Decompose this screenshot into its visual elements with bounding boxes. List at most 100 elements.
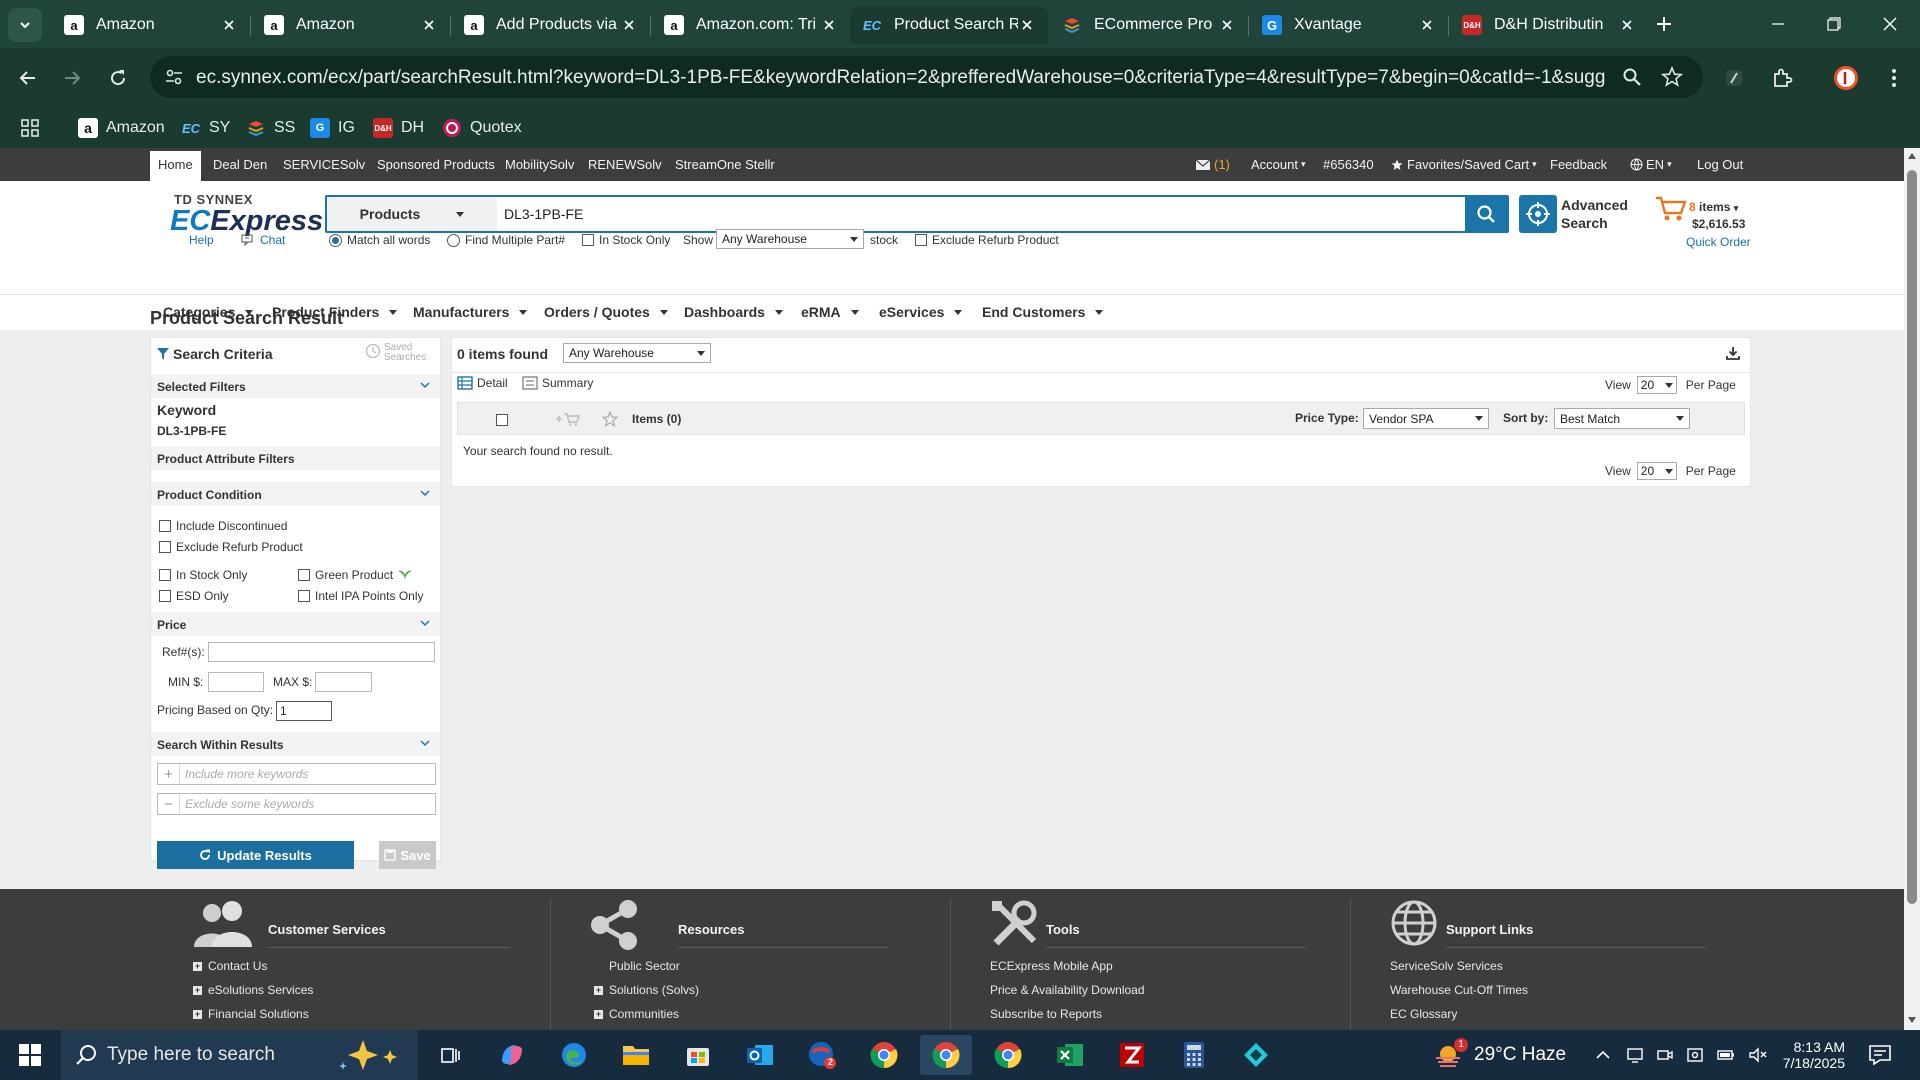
footer-link-public-sector[interactable]: Public Sector xyxy=(609,959,680,973)
feedback-link[interactable]: Feedback xyxy=(1550,157,1607,172)
selected-filters-section[interactable]: Selected Filters xyxy=(151,374,440,398)
back-button[interactable] xyxy=(12,62,44,94)
extension-button[interactable] xyxy=(1718,62,1750,94)
address-bar[interactable]: ec.synnex.com/ecx/part/searchResult.html… xyxy=(150,56,1703,98)
nav-servicesolv[interactable]: SERVICESolv xyxy=(283,157,365,172)
menu-erma[interactable]: eRMA xyxy=(801,304,859,320)
checkbox[interactable] xyxy=(582,234,594,246)
exclude-keywords-input[interactable]: − Exclude some keywords xyxy=(157,793,436,815)
chevron-up-icon[interactable] xyxy=(1594,1046,1612,1064)
chat-link[interactable]: Chat xyxy=(241,233,285,247)
task-view-button[interactable] xyxy=(424,1035,476,1075)
zoom-icon[interactable] xyxy=(1622,67,1642,87)
new-tab-button[interactable] xyxy=(1636,0,1692,48)
bookmark-ig[interactable]: G IG xyxy=(310,114,355,142)
nav-mobilitysolv[interactable]: MobilitySolv xyxy=(505,157,574,172)
menu-end-customers[interactable]: End Customers xyxy=(982,304,1104,320)
detail-view-tab[interactable]: Detail xyxy=(457,376,508,390)
footer-link-servicesolv[interactable]: ServiceSolv Services xyxy=(1390,959,1503,973)
bookmark-quotex[interactable]: Quotex xyxy=(442,114,522,142)
profile-button[interactable] xyxy=(1830,62,1862,94)
taskbar-search-box[interactable]: Type here to search xyxy=(61,1030,418,1080)
close-icon[interactable] xyxy=(1618,16,1636,34)
nav-streamone-stellr[interactable]: StreamOne Stellr xyxy=(675,157,775,172)
footer-link-communities[interactable]: + Communities xyxy=(594,1007,679,1021)
camera-icon[interactable] xyxy=(1656,1046,1674,1064)
checkbox[interactable] xyxy=(915,234,927,246)
taskbar-app[interactable]: 2 xyxy=(796,1035,848,1075)
taskbar-file-explorer[interactable] xyxy=(610,1035,662,1075)
bookmark-ss[interactable]: SS xyxy=(246,114,295,142)
restore-button[interactable] xyxy=(1806,0,1862,48)
checkbox[interactable] xyxy=(298,569,310,581)
taskbar-edge[interactable] xyxy=(548,1035,600,1075)
star-icon[interactable] xyxy=(602,411,618,427)
include-discontinued-checkbox[interactable]: Include Discontinued xyxy=(159,519,287,533)
browser-tab[interactable]: G Xvantage xyxy=(1250,6,1448,44)
page-scrollbar[interactable] xyxy=(1904,148,1920,1030)
match-all-words-radio[interactable]: Match all words xyxy=(329,233,430,247)
screen-capture-icon[interactable] xyxy=(1686,1046,1704,1064)
tab-search-button[interactable] xyxy=(8,8,42,42)
menu-manufacturers[interactable]: Manufacturers xyxy=(413,304,528,320)
footer-link-contact-us[interactable]: + Contact Us xyxy=(193,959,267,973)
logout-link[interactable]: Log Out xyxy=(1697,157,1743,172)
notification-center-button[interactable] xyxy=(1868,1030,1892,1080)
browser-menu-button[interactable] xyxy=(1878,62,1910,94)
checkbox[interactable] xyxy=(159,541,171,553)
save-search-button[interactable]: Save xyxy=(379,841,436,869)
footer-link-financial[interactable]: + Financial Solutions xyxy=(193,1007,309,1021)
summary-view-tab[interactable]: Summary xyxy=(522,376,593,390)
messages-link[interactable]: (1) xyxy=(1196,157,1230,172)
account-menu[interactable]: Account ▾ xyxy=(1251,157,1306,172)
max-price-input[interactable] xyxy=(315,672,372,692)
minimize-button[interactable] xyxy=(1750,0,1806,48)
close-icon[interactable] xyxy=(820,16,838,34)
footer-link-mobile-app[interactable]: ECExpress Mobile App xyxy=(990,959,1113,973)
taskbar-calculator[interactable] xyxy=(1168,1035,1220,1075)
close-icon[interactable] xyxy=(1018,16,1036,34)
min-price-input[interactable] xyxy=(208,672,264,692)
checkbox[interactable] xyxy=(159,520,171,532)
nav-deal-den[interactable]: Deal Den xyxy=(213,157,267,172)
checkbox[interactable] xyxy=(159,590,171,602)
clock[interactable]: 8:13 AM 7/18/2025 xyxy=(1775,1030,1845,1080)
menu-orders-quotes[interactable]: Orders / Quotes xyxy=(544,304,668,320)
taskbar-filezilla[interactable] xyxy=(1106,1035,1158,1075)
per-page-select[interactable]: 20 xyxy=(1636,376,1677,394)
taskbar-app[interactable] xyxy=(1230,1035,1282,1075)
close-icon[interactable] xyxy=(620,16,638,34)
cart-icon[interactable] xyxy=(1655,196,1687,222)
language-menu[interactable]: EN ▾ xyxy=(1630,157,1672,172)
scrollbar-thumb[interactable] xyxy=(1907,170,1917,904)
close-icon[interactable] xyxy=(1418,16,1436,34)
close-window-button[interactable] xyxy=(1862,0,1918,48)
search-button[interactable] xyxy=(1465,197,1507,231)
include-keywords-input[interactable]: + Include more keywords xyxy=(157,763,436,785)
taskbar-outlook[interactable] xyxy=(734,1035,786,1075)
scroll-up-icon[interactable] xyxy=(1908,153,1916,159)
browser-tab[interactable]: a Add Products via xyxy=(452,6,650,44)
taskbar-excel[interactable] xyxy=(1044,1035,1096,1075)
per-page-select[interactable]: 20 xyxy=(1636,462,1677,480)
nav-sponsored-products[interactable]: Sponsored Products xyxy=(377,157,495,172)
close-icon[interactable] xyxy=(220,16,238,34)
bookmark-amazon[interactable]: a Amazon xyxy=(78,114,165,142)
browser-tab[interactable]: D&H D&H Distributin xyxy=(1450,6,1648,44)
add-to-cart-icon[interactable] xyxy=(555,412,581,426)
browser-tab-active[interactable]: EC Product Search R xyxy=(850,6,1048,44)
footer-link-warehouse-cutoff[interactable]: Warehouse Cut-Off Times xyxy=(1390,983,1528,997)
advanced-search-button[interactable] xyxy=(1519,195,1557,233)
browser-tab[interactable]: a Amazon xyxy=(52,6,250,44)
battery-icon[interactable] xyxy=(1716,1046,1736,1064)
forward-button[interactable] xyxy=(56,62,88,94)
menu-dashboards[interactable]: Dashboards xyxy=(684,304,783,320)
speaker-muted-icon[interactable] xyxy=(1748,1046,1768,1064)
url-text[interactable]: ec.synnex.com/ecx/part/searchResult.html… xyxy=(196,67,1606,89)
price-section[interactable]: Price xyxy=(151,612,440,636)
radio-unselected[interactable] xyxy=(447,233,460,247)
bookmark-star-icon[interactable] xyxy=(1661,66,1683,88)
sort-select[interactable]: Best Match xyxy=(1554,408,1690,429)
reload-button[interactable] xyxy=(102,62,134,94)
bookmark-dh[interactable]: D&H DH xyxy=(373,114,424,142)
